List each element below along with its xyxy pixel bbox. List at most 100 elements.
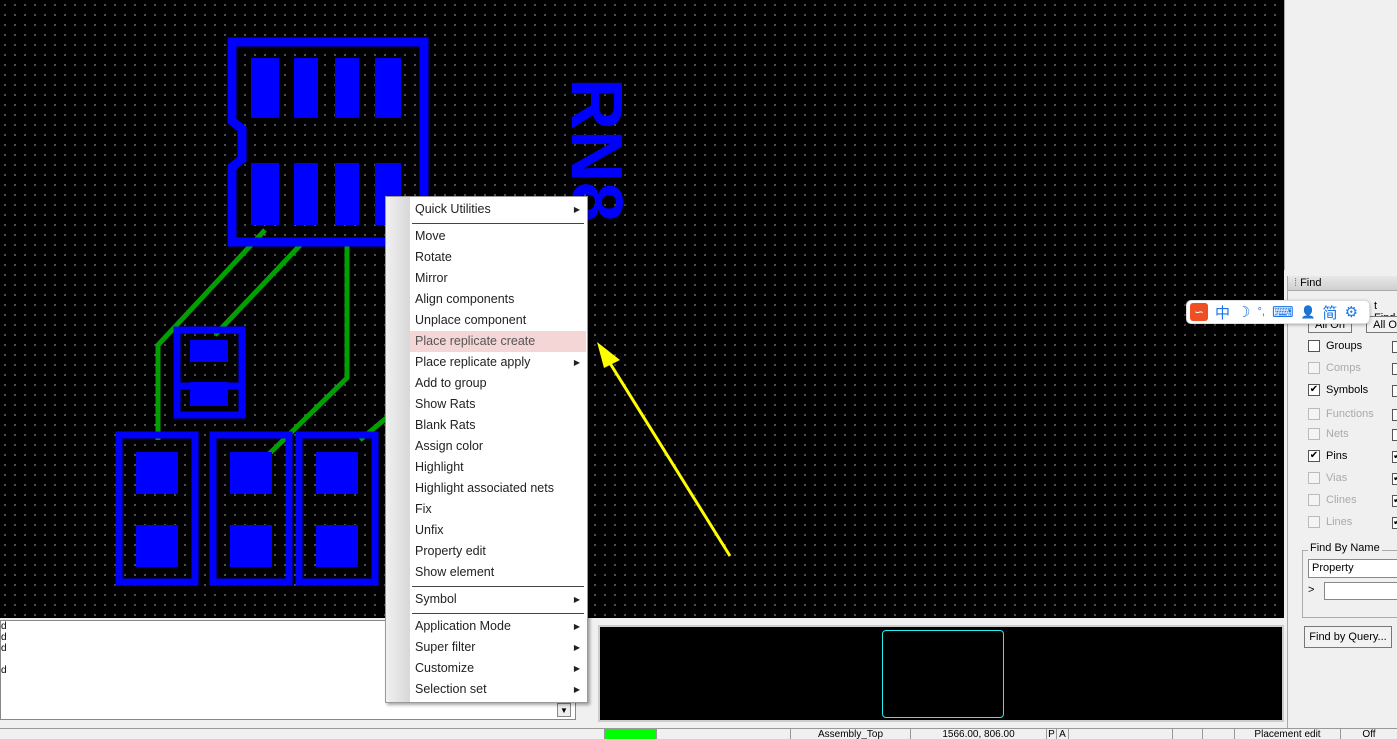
menu-item-label: Move <box>415 229 446 243</box>
menu-item-application-mode[interactable]: Application Mode ▶ <box>410 616 586 637</box>
submenu-arrow-icon: ▶ <box>573 595 580 604</box>
find-panel-title: Find <box>1288 276 1397 291</box>
menu-item-label: Place replicate apply <box>415 355 531 369</box>
small-component <box>173 326 246 419</box>
checkbox-right[interactable]: ✔ <box>1392 495 1397 507</box>
menu-item-align-components[interactable]: Align components <box>410 289 586 310</box>
checkbox-right[interactable]: ✔ <box>1392 451 1397 463</box>
coordinates: 1566.00, 806.00 <box>910 729 1046 739</box>
menu-item-label: Unplace component <box>415 313 527 327</box>
status-indicator <box>604 729 656 739</box>
pcb-canvas[interactable]: RN8 <box>0 0 1284 618</box>
checkbox-right[interactable] <box>1392 341 1397 353</box>
checkbox-pins[interactable]: ✔ Pins <box>1308 450 1347 462</box>
menu-item-selection-set[interactable]: Selection set ▶ <box>410 679 586 700</box>
menu-item-label: Customize <box>415 661 475 675</box>
all-off-button[interactable]: All Off <box>1366 316 1397 333</box>
menu-item-property-edit[interactable]: Property edit <box>410 541 586 562</box>
checkbox-right[interactable] <box>1392 385 1397 397</box>
name-value-input[interactable] <box>1324 582 1397 600</box>
menu-item-label: Show element <box>415 565 495 579</box>
menu-separator <box>412 613 584 614</box>
checkbox-lines[interactable]: Lines <box>1308 516 1352 528</box>
submenu-arrow-icon: ▶ <box>573 685 580 694</box>
menu-item-label: Mirror <box>415 271 448 285</box>
menu-item-label: Place replicate create <box>415 334 536 348</box>
menu-item-label: Assign color <box>415 439 484 453</box>
context-menu: Quick Utilities ▶ Move Rotate Mirror Align co… <box>385 196 588 703</box>
menu-item-move[interactable]: Move <box>410 226 586 247</box>
menu-item-blank-rats[interactable]: Blank Rats <box>410 415 586 436</box>
status-a[interactable]: A <box>1056 729 1068 739</box>
dropdown-arrow-icon[interactable]: ▼ <box>557 703 571 717</box>
menu-item-label: Show Rats <box>415 397 476 411</box>
menu-item-label: Highlight associated nets <box>415 481 554 495</box>
menu-item-unplace-component[interactable]: Unplace component <box>410 310 586 331</box>
ime-simplified-icon[interactable]: 简 <box>1323 302 1338 323</box>
annotation-arrow <box>597 342 732 557</box>
name-type-select[interactable]: Property <box>1308 559 1397 578</box>
submenu-arrow-icon: ▶ <box>573 643 580 652</box>
resistor-footprints <box>115 431 379 586</box>
menu-item-highlight-associated-nets[interactable]: Highlight associated nets <box>410 478 586 499</box>
menu-item-add-to-group[interactable]: Add to group <box>410 373 586 394</box>
worldview-panel[interactable] <box>598 625 1284 722</box>
menu-item-place-replicate-create[interactable]: Place replicate create <box>410 331 586 352</box>
menu-item-symbol[interactable]: Symbol ▶ <box>410 589 586 610</box>
menu-item-assign-color[interactable]: Assign color <box>410 436 586 457</box>
menu-item-fix[interactable]: Fix <box>410 499 586 520</box>
submenu-arrow-icon: ▶ <box>573 664 580 673</box>
menu-item-quick-utilities[interactable]: Quick Utilities ▶ <box>410 199 586 220</box>
menu-item-label: Fix <box>415 502 432 516</box>
menu-item-label: Rotate <box>415 250 452 264</box>
menu-item-label: Unfix <box>415 523 444 537</box>
menu-item-customize[interactable]: Customize ▶ <box>410 658 586 679</box>
checkbox-right[interactable] <box>1392 429 1397 441</box>
menu-separator <box>412 223 584 224</box>
menu-item-show-element[interactable]: Show element <box>410 562 586 583</box>
status-p[interactable]: P <box>1046 729 1056 739</box>
checkbox-right[interactable]: ✔ <box>1392 517 1397 529</box>
menu-item-label: Property edit <box>415 544 486 558</box>
find-by-query-button[interactable]: Find by Query... <box>1304 626 1392 648</box>
menu-separator <box>412 586 584 587</box>
ime-toolbar: ∽ 中 ☽ °, ⌨ 👤 简 ⚙ <box>1186 300 1370 324</box>
menu-item-label: Super filter <box>415 640 476 654</box>
checkbox-groups[interactable]: Groups <box>1308 340 1362 352</box>
menu-item-label: Application Mode <box>415 619 511 633</box>
menu-item-mirror[interactable]: Mirror <box>410 268 586 289</box>
checkbox-functions[interactable]: Functions <box>1308 408 1374 420</box>
menu-item-label: Quick Utilities <box>415 202 491 216</box>
checkbox-symbols[interactable]: ✔ Symbols <box>1308 384 1368 396</box>
menu-item-label: Symbol <box>415 592 457 606</box>
ime-logo-icon[interactable]: ∽ <box>1190 303 1208 321</box>
ime-punctuation-icon[interactable]: °, <box>1257 306 1264 318</box>
menu-item-highlight[interactable]: Highlight <box>410 457 586 478</box>
submenu-arrow-icon: ▶ <box>573 358 580 367</box>
submenu-arrow-icon: ▶ <box>573 622 580 631</box>
menu-item-super-filter[interactable]: Super filter ▶ <box>410 637 586 658</box>
checkbox-right[interactable]: ✔ <box>1392 473 1397 485</box>
active-layer[interactable]: Assembly_Top <box>790 729 910 739</box>
ime-keyboard-icon[interactable]: ⌨ <box>1272 303 1294 321</box>
checkbox-clines[interactable]: Clines <box>1308 494 1357 506</box>
menu-item-unfix[interactable]: Unfix <box>410 520 586 541</box>
menu-item-place-replicate-apply[interactable]: Place replicate apply ▶ <box>410 352 586 373</box>
ime-moon-icon[interactable]: ☽ <box>1237 303 1250 321</box>
submenu-arrow-icon: ▶ <box>573 205 580 214</box>
ime-user-icon[interactable]: 👤 <box>1301 305 1316 319</box>
ime-settings-icon[interactable]: ⚙ <box>1345 303 1358 321</box>
viewport-box[interactable] <box>882 630 1004 718</box>
checkbox-right[interactable] <box>1392 409 1397 421</box>
checkbox-nets[interactable]: Nets <box>1308 428 1349 440</box>
find-by-name-label: Find By Name <box>1308 542 1382 554</box>
checkbox-right[interactable] <box>1392 363 1397 375</box>
status-bar: Assembly_Top 1566.00, 806.00 P A Placeme… <box>0 728 1397 739</box>
pcb-drawing: RN8 <box>115 37 732 586</box>
ime-chinese-icon[interactable]: 中 <box>1215 302 1230 323</box>
menu-item-show-rats[interactable]: Show Rats <box>410 394 586 415</box>
checkbox-comps[interactable]: Comps <box>1308 362 1361 374</box>
vertical-scrollbar[interactable] <box>1284 0 1294 270</box>
menu-item-rotate[interactable]: Rotate <box>410 247 586 268</box>
checkbox-vias[interactable]: Vias <box>1308 472 1347 484</box>
